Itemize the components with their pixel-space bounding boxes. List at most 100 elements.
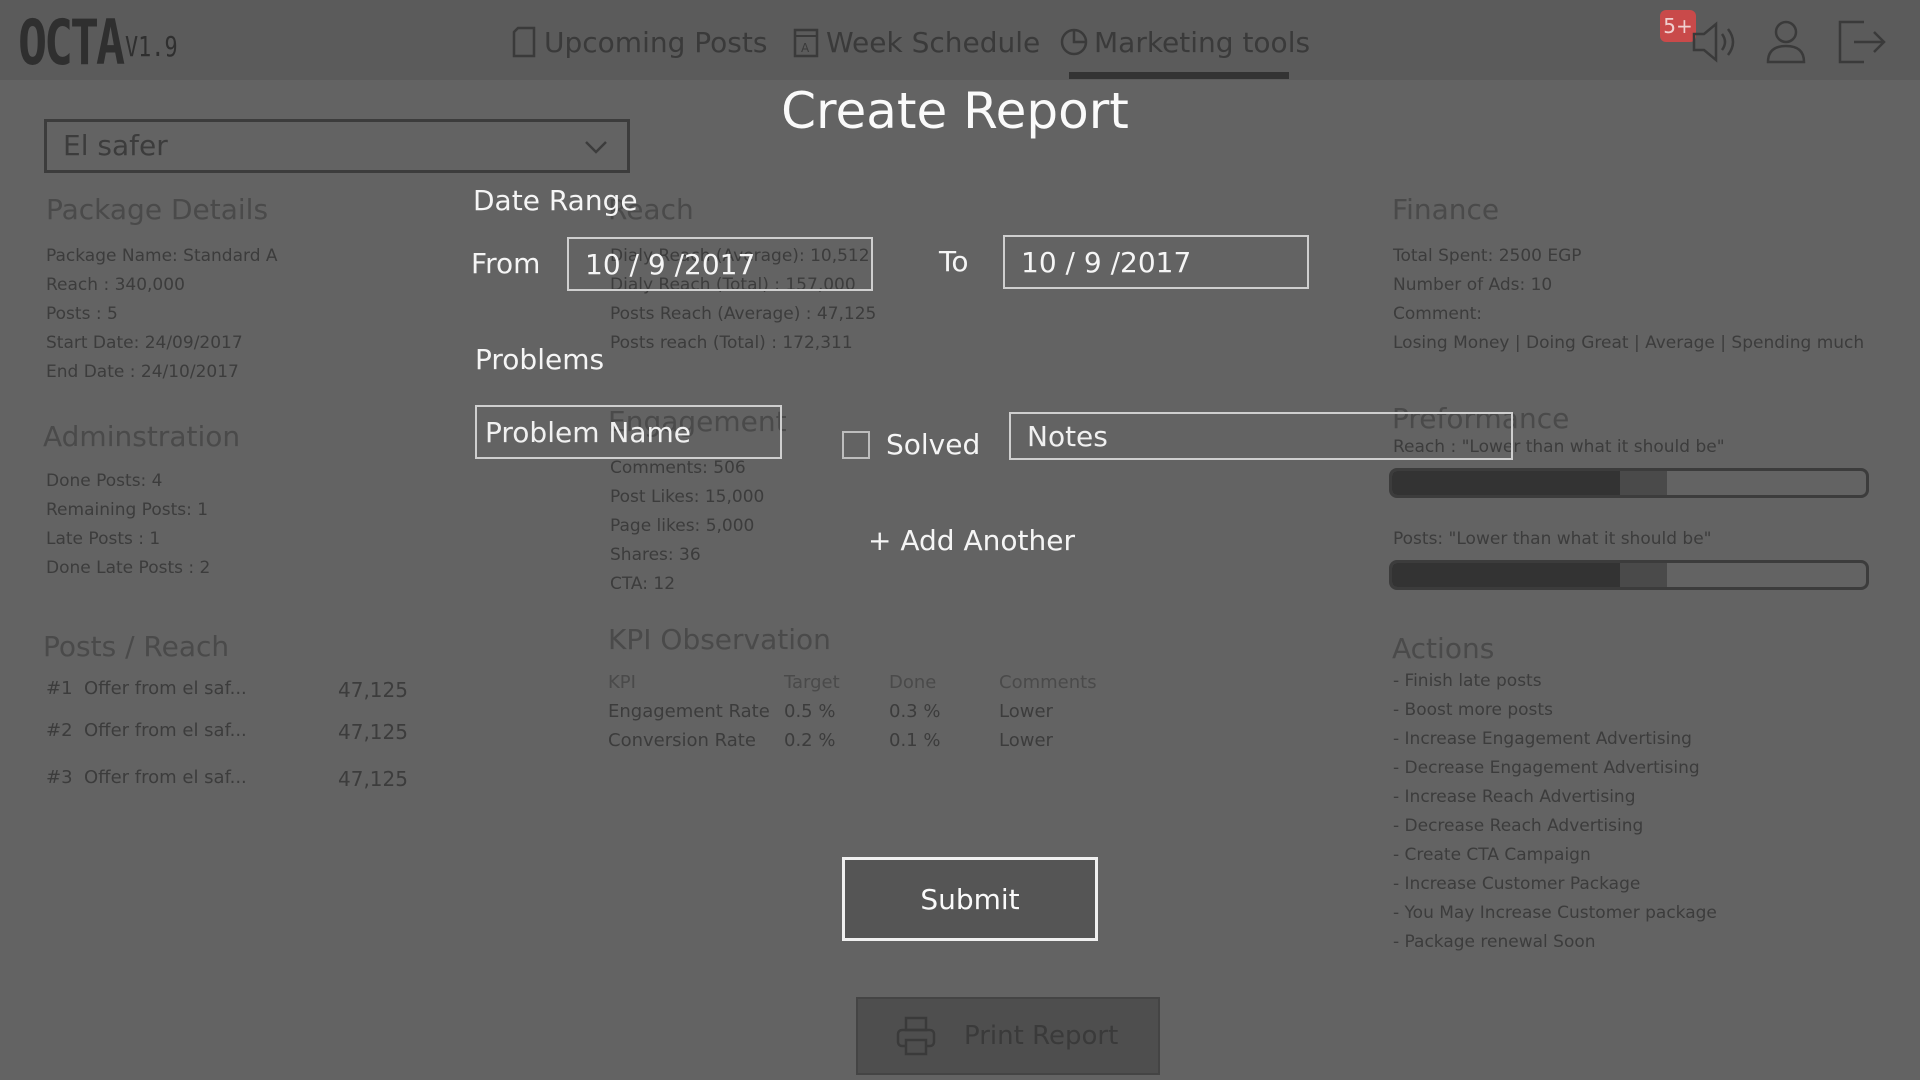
actions-list: - Finish late posts - Boost more posts -… [1393,667,1717,957]
column-header: Done [889,672,937,693]
package-details: Package Name: Standard A Reach : 340,000… [46,242,278,387]
action-item: - Package renewal Soon [1393,932,1596,952]
kpi-title: KPI Observation [608,623,831,656]
document-icon [512,26,536,58]
post-rank: #2 [46,720,73,741]
post-name: Offer from el saf... [84,720,247,741]
progress-fill [1392,471,1620,495]
shares-count: Shares: 36 [610,545,701,565]
table-header: KPI Target Done Comments [608,668,1097,697]
performance-posts-label: Posts: "Lower than what it should be" [1393,529,1712,549]
action-item: - Increase Engagement Advertising [1393,729,1692,749]
post-name: Offer from el saf... [84,678,247,699]
active-tab-indicator [1069,72,1289,79]
table-cell: Engagement Rate [608,701,770,722]
done-late-posts: Done Late Posts : 2 [46,558,211,578]
package-end-date: End Date : 24/10/2017 [46,362,239,382]
remaining-posts: Remaining Posts: 1 [46,500,209,520]
finance-comment-options: Losing Money | Doing Great | Average | S… [1393,333,1865,353]
finance-comment-label: Comment: [1393,304,1483,324]
actions-title: Actions [1392,632,1495,665]
package-start-date: Start Date: 24/09/2017 [46,333,243,353]
package-name: Package Name: Standard A [46,246,278,266]
engagement-details: Comments: 506 Post Likes: 15,000 Page li… [610,454,764,599]
progress-fill-secondary [1619,471,1667,495]
administration-title: Adminstration [43,420,241,453]
to-label: To [939,245,969,278]
table-cell: 0.2 % [784,730,836,751]
post-likes-count: Post Likes: 15,000 [610,487,765,507]
post-rank: #3 [46,767,73,788]
from-label: From [471,247,541,280]
print-report-label: Print Report [964,1021,1119,1051]
nav-upcoming-posts[interactable]: Upcoming Posts [510,22,767,62]
finance-title: Finance [1392,193,1500,226]
progress-fill-secondary [1619,563,1667,587]
table-cell: 0.3 % [889,701,941,722]
date-range-label: Date Range [473,184,638,217]
done-posts: Done Posts: 4 [46,471,163,491]
posts-reach-total: Posts reach (Total) : 172,311 [610,333,853,353]
post-reach-value: 47,125 [338,720,408,744]
action-item: - Finish late posts [1393,671,1542,691]
action-item: - Decrease Reach Advertising [1393,816,1644,836]
package-posts: Posts : 5 [46,304,118,324]
table-cell: Conversion Rate [608,730,756,751]
app-version: V1.9 [125,30,178,63]
post-name: Offer from el saf... [84,767,247,788]
posts-reach-list: #1 Offer from el saf... 47,125 #2 Offer … [46,678,408,809]
notes-input[interactable] [1009,412,1513,460]
posts-reach-title: Posts / Reach [43,630,230,663]
problem-name-input[interactable] [475,405,782,459]
list-item[interactable]: #3 Offer from el saf... 47,125 [46,767,408,809]
column-header: KPI [608,672,636,693]
package-details-title: Package Details [46,193,269,226]
submit-button[interactable]: Submit [842,857,1098,941]
calendar-icon: A [793,28,819,58]
progress-fill [1392,563,1620,587]
logout-icon[interactable] [1834,16,1890,68]
table-cell: 0.5 % [784,701,836,722]
table-row: Engagement Rate 0.5 % 0.3 % Lower [608,697,1097,726]
cta-count: CTA: 12 [610,574,676,594]
administration-details: Done Posts: 4 Remaining Posts: 1 Late Po… [46,467,210,583]
nav-week-schedule[interactable]: A Week Schedule [792,22,1040,62]
table-cell: Lower [999,701,1053,722]
svg-text:A: A [801,41,810,55]
action-item: - Increase Reach Advertising [1393,787,1636,807]
reach-performance-bar [1389,468,1869,498]
nav-label: Week Schedule [826,25,1041,59]
to-date-input[interactable] [1003,235,1309,289]
kpi-table: KPI Target Done Comments Engagement Rate… [608,668,1097,755]
table-cell: 0.1 % [889,730,941,751]
finance-details: Total Spent: 2500 EGP Number of Ads: 10 … [1393,242,1864,358]
nav-label: Upcoming Posts [544,25,768,59]
list-item[interactable]: #1 Offer from el saf... 47,125 [46,678,408,720]
column-header: Target [784,672,840,693]
app-logo: OCTA [18,6,125,79]
posts-performance-bar [1389,560,1869,590]
action-item: - Increase Customer Package [1393,874,1641,894]
nav-marketing-tools[interactable]: Marketing tools [1060,22,1310,62]
solved-checkbox[interactable] [842,431,870,459]
add-another-button[interactable]: + Add Another [868,524,1075,557]
pie-chart-icon [1060,28,1088,56]
from-date-input[interactable] [567,237,873,291]
speaker-icon[interactable] [1688,16,1744,68]
problems-label: Problems [475,343,605,376]
action-item: - Decrease Engagement Advertising [1393,758,1700,778]
nav-label: Marketing tools [1094,25,1311,59]
user-icon[interactable] [1758,16,1814,68]
post-rank: #1 [46,678,73,699]
package-reach: Reach : 340,000 [46,275,185,295]
post-reach-value: 47,125 [338,678,408,702]
modal-title: Create Report [781,82,1129,140]
column-header: Comments [999,672,1097,693]
posts-reach-average: Posts Reach (Average) : 47,125 [610,304,877,324]
action-item: - You May Increase Customer package [1393,903,1717,923]
late-posts: Late Posts : 1 [46,529,161,549]
list-item[interactable]: #2 Offer from el saf... 47,125 [46,720,408,767]
solved-label: Solved [886,428,981,461]
action-item: - Boost more posts [1393,700,1553,720]
print-report-button[interactable]: Print Report [856,997,1160,1075]
